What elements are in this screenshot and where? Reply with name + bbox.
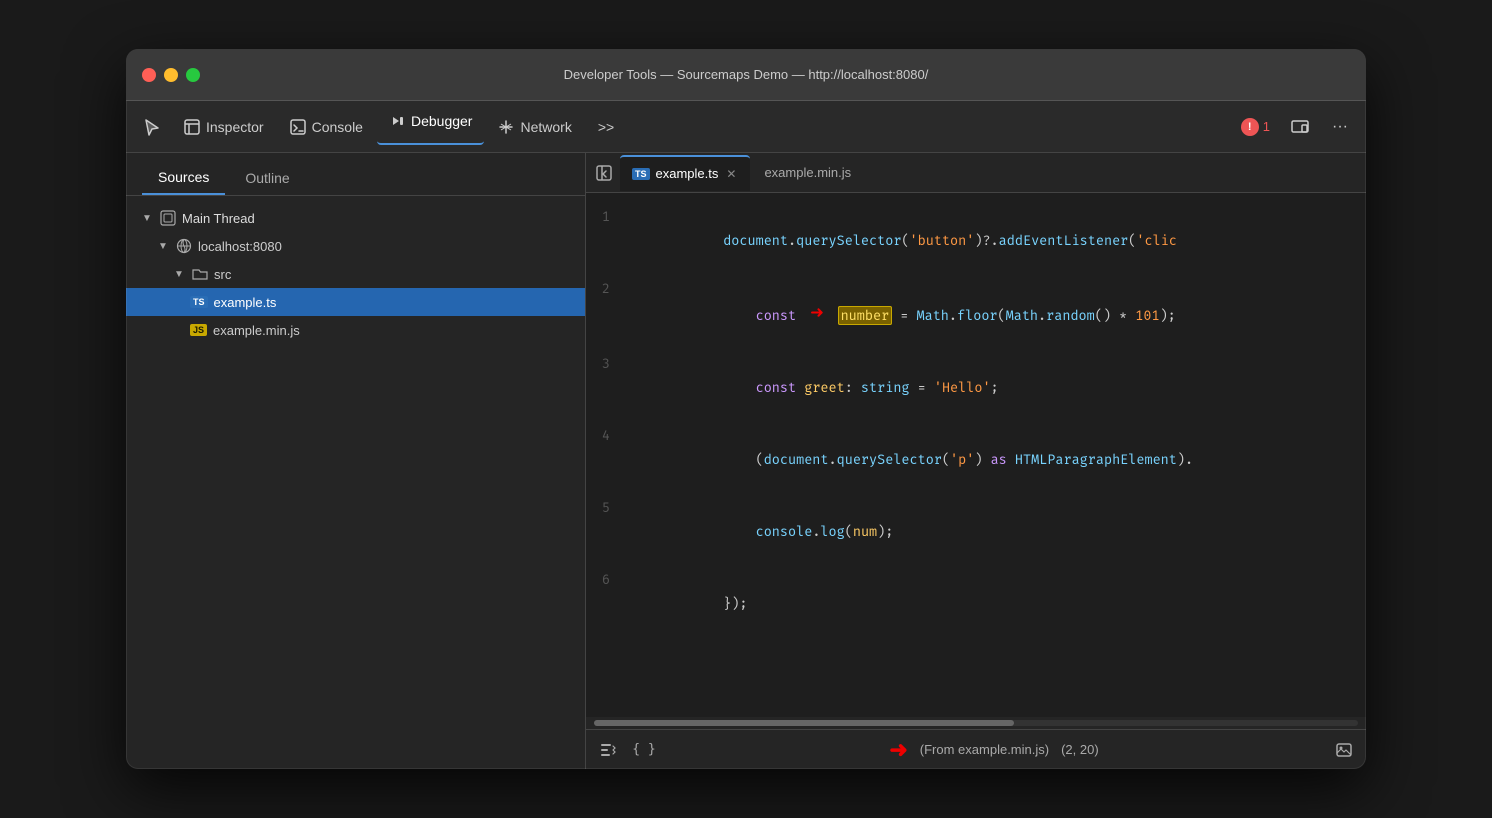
error-count: 1 (1263, 119, 1270, 134)
inspector-tab[interactable]: Inspector (172, 109, 276, 145)
line-content-4: (document.querySelector('p') as HTMLPara… (626, 424, 1366, 496)
inspector-icon (184, 119, 200, 135)
tree-item-localhost[interactable]: ▼ localhost:8080 (126, 232, 585, 260)
more-options-button[interactable]: ··· (1322, 109, 1358, 145)
line-num-5: 5 (586, 496, 626, 520)
devtools-window: Developer Tools — Sourcemaps Demo — http… (126, 49, 1366, 769)
tree-arrow-src: ▼ (174, 269, 186, 280)
collapse-icon (596, 165, 612, 181)
code-tab-example-min-js[interactable]: example.min.js (752, 155, 863, 191)
line-num-1: 1 (586, 205, 626, 229)
console-icon (290, 119, 306, 135)
responsive-icon (1291, 118, 1309, 136)
folder-icon (192, 266, 208, 282)
window-title: Developer Tools — Sourcemaps Demo — http… (564, 67, 929, 82)
console-tab[interactable]: Console (278, 109, 375, 145)
debugger-label: Debugger (411, 113, 473, 129)
status-center: ➜ (From example.min.js) (2, 20) (666, 737, 1322, 763)
error-dot: ! (1241, 118, 1259, 136)
js-badge: JS (190, 324, 207, 336)
title-bar: Developer Tools — Sourcemaps Demo — http… (126, 49, 1366, 101)
tree-item-main-thread[interactable]: ▼ Main Thread (126, 204, 585, 232)
network-icon (498, 119, 514, 135)
code-line-4: 4 (document.querySelector('p') as HTMLPa… (586, 424, 1366, 496)
close-tab-button[interactable]: ✕ (724, 167, 738, 181)
scrollbar-thumb[interactable] (594, 720, 1014, 726)
ts-tab-badge: TS (632, 168, 650, 180)
braces-button[interactable]: { } (630, 736, 658, 764)
status-bar: { } ➜ (From example.min.js) (2, 20) (586, 729, 1366, 769)
tree-label-example-ts: example.ts (214, 295, 277, 310)
line-content-3: const greet: string = 'Hello'; (626, 352, 1366, 424)
line-content-6: }); (626, 568, 1366, 640)
code-tabs: TS example.ts ✕ example.min.js (586, 153, 1366, 193)
toolbar-right: ! 1 ··· (1233, 109, 1358, 145)
maximize-button[interactable] (186, 68, 200, 82)
code-line-3: 3 const greet: string = 'Hello'; (586, 352, 1366, 424)
responsive-button[interactable] (1282, 109, 1318, 145)
status-arrow-icon: ➜ (889, 737, 907, 763)
tab-sources[interactable]: Sources (142, 161, 225, 195)
network-tab[interactable]: Network (486, 109, 583, 145)
window-controls (142, 68, 200, 82)
error-badge[interactable]: ! 1 (1233, 114, 1278, 140)
braces-label: { } (632, 742, 655, 757)
cursor-tool-button[interactable] (134, 109, 170, 145)
code-editor[interactable]: 1 document.querySelector('button')?.addE… (586, 193, 1366, 717)
line-content-2: const ➜ number = Math.floor(Math.random(… (626, 277, 1366, 352)
code-line-2: 2 const ➜ number = Math.floor(Math.rando… (586, 277, 1366, 352)
code-tab-label-ts: example.ts (656, 166, 719, 181)
tree-item-example-ts[interactable]: TS example.ts (126, 288, 585, 316)
globe-icon (176, 238, 192, 254)
format-button[interactable] (594, 736, 622, 764)
sidebar-tabs: Sources Outline (126, 153, 585, 196)
close-button[interactable] (142, 68, 156, 82)
code-line-6: 6 }); (586, 568, 1366, 640)
tree-arrow-localhost: ▼ (158, 241, 170, 252)
code-panel: TS example.ts ✕ example.min.js 1 documen… (586, 153, 1366, 769)
inspector-label: Inspector (206, 119, 264, 135)
ts-badge: TS (190, 296, 208, 308)
toolbar: Inspector Console Debugger Network (126, 101, 1366, 153)
line-num-3: 3 (586, 352, 626, 376)
code-tab-example-ts[interactable]: TS example.ts ✕ (620, 155, 750, 191)
code-line-5: 5 console.log(num); (586, 496, 1366, 568)
tree-label-main-thread: Main Thread (182, 211, 255, 226)
tree-item-src[interactable]: ▼ src (126, 260, 585, 288)
network-label: Network (520, 119, 571, 135)
line-content-5: console.log(num); (626, 496, 1366, 568)
tree-label-src: src (214, 267, 231, 282)
horizontal-scrollbar[interactable] (586, 717, 1366, 729)
debugger-icon (389, 113, 405, 129)
cursor-icon (143, 118, 161, 136)
line-num-2: 2 (586, 277, 626, 301)
console-label: Console (312, 119, 363, 135)
image-button[interactable] (1330, 736, 1358, 764)
tree-label-example-min-js: example.min.js (213, 323, 300, 338)
code-line-1: 1 document.querySelector('button')?.addE… (586, 205, 1366, 277)
collapse-sidebar-button[interactable] (590, 159, 618, 187)
main-content: Sources Outline ▼ Main Thread ▼ (126, 153, 1366, 769)
tree-item-example-min-js[interactable]: JS example.min.js (126, 316, 585, 344)
thread-icon (160, 210, 176, 226)
format-icon (600, 742, 616, 758)
tree-label-localhost: localhost:8080 (198, 239, 282, 254)
line-num-6: 6 (586, 568, 626, 592)
source-file-text: (From example.min.js) (920, 742, 1049, 757)
more-tabs-button[interactable]: >> (586, 109, 626, 145)
line-content-1: document.querySelector('button')?.addEve… (626, 205, 1366, 277)
line-num-4: 4 (586, 424, 626, 448)
sidebar: Sources Outline ▼ Main Thread ▼ (126, 153, 586, 769)
minimize-button[interactable] (164, 68, 178, 82)
image-icon (1336, 742, 1352, 758)
file-tree: ▼ Main Thread ▼ localhost:8080 (126, 196, 585, 769)
source-coords-text: (2, 20) (1061, 742, 1099, 757)
code-tab-label-minjs: example.min.js (764, 165, 851, 180)
scrollbar-track[interactable] (594, 720, 1358, 726)
tab-outline[interactable]: Outline (229, 161, 305, 195)
tree-arrow-main-thread: ▼ (142, 213, 154, 224)
debugger-tab[interactable]: Debugger (377, 109, 485, 145)
